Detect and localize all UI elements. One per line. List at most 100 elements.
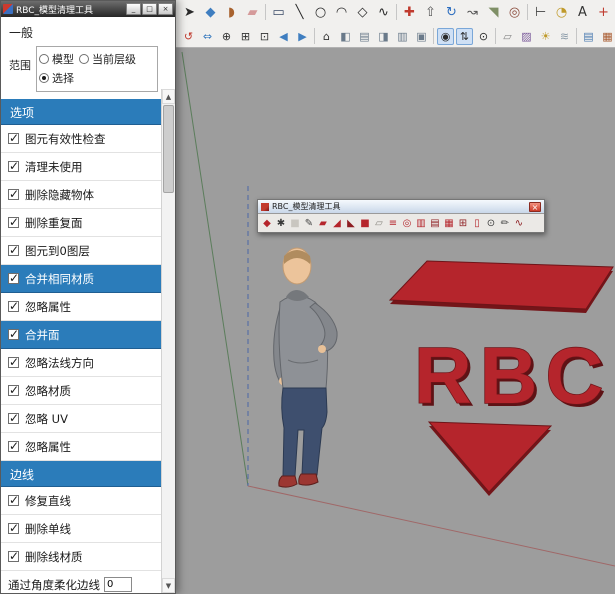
zoom-tool-icon[interactable]: ⊕ [218,28,235,45]
option-row[interactable]: 清理未使用 [1,153,162,181]
checkbox-icon[interactable] [8,495,19,506]
checkbox-icon[interactable] [8,385,19,396]
polygon-tool-icon[interactable]: ◇ [353,3,372,22]
target-icon[interactable]: ◎ [400,216,414,230]
axes-tool-icon[interactable]: + [594,3,613,22]
cube-white-icon[interactable]: ■ [288,216,302,230]
radio-icon[interactable] [39,73,49,83]
cube-red-icon[interactable]: ■ [358,216,372,230]
dialog-scrollbar[interactable]: ▲ ▼ [161,89,175,593]
checkbox-icon[interactable] [8,245,19,256]
scale-tool-icon[interactable]: ◥ [484,3,503,22]
make-component-icon[interactable]: ◆ [201,3,220,22]
iso-view-icon[interactable]: ◧ [337,28,354,45]
rectangle-tool-icon[interactable]: ▭ [269,3,288,22]
option-row[interactable]: 忽略材质 [1,377,162,405]
option-row[interactable]: 忽略 UV [1,405,162,433]
option-row[interactable]: 删除隐藏物体 [1,181,162,209]
plane-icon[interactable]: ▱ [372,216,386,230]
option-row[interactable]: 删除重复面 [1,209,162,237]
pen-icon[interactable]: ✏ [498,216,512,230]
fog-icon[interactable]: ≋ [556,28,573,45]
orbit-icon[interactable]: ↺ [180,28,197,45]
option-row[interactable]: 图元到0图层 [1,237,162,265]
protractor-icon[interactable]: ◔ [552,3,571,22]
checkbox-icon[interactable] [8,357,19,368]
checkbox-icon[interactable] [8,329,19,340]
radio-icon[interactable] [39,54,49,64]
option-row[interactable]: 修复直线 [1,487,162,515]
purge-icon[interactable]: ◆ [260,216,274,230]
curve-icon[interactable]: ∿ [512,216,526,230]
home-view-icon[interactable]: ⌂ [318,28,335,45]
materials-icon[interactable]: ▦ [599,28,615,45]
zoom-window-icon[interactable]: ⊞ [237,28,254,45]
eraser-icon[interactable]: ▰ [243,3,262,22]
circle-tool-icon[interactable]: ○ [311,3,330,22]
layers-red-icon[interactable]: ▤ [428,216,442,230]
option-row[interactable]: 合并相同材质 [1,265,162,293]
follow-me-tool-icon[interactable]: ↝ [463,3,482,22]
option-row[interactable]: 图元有效性检查 [1,125,162,153]
scope-option-1[interactable]: 模型 [39,51,74,67]
soften-angle-input[interactable] [104,577,132,592]
viewport[interactable]: RBC RBC [176,48,615,594]
rotate-tool-icon[interactable]: ↻ [442,3,461,22]
checkbox-icon[interactable] [8,273,19,284]
offset-tool-icon[interactable]: ◎ [505,3,524,22]
close-icon[interactable]: × [529,202,541,212]
paint-bucket-icon[interactable]: ◗ [222,3,241,22]
section-cut-icon[interactable]: ▱ [499,28,516,45]
maximize-button[interactable]: □ [142,3,157,15]
option-row[interactable]: 合并面 [1,321,162,349]
scope-option-2[interactable]: 当前层级 [79,51,136,67]
brush-icon[interactable]: ▰ [316,216,330,230]
scroll-down-icon[interactable]: ▼ [162,578,175,593]
scrollbar-thumb[interactable] [163,105,174,193]
option-row[interactable]: 忽略属性 [1,433,162,461]
camera-icon[interactable]: ◉ [437,28,454,45]
side-view-icon[interactable]: ▥ [394,28,411,45]
pencil-icon[interactable]: ✎ [302,216,316,230]
look-around-icon[interactable]: ⊙ [475,28,492,45]
option-row[interactable]: 忽略属性 [1,293,162,321]
checkbox-icon[interactable] [8,161,19,172]
close-button[interactable]: × [158,3,173,15]
minimize-button[interactable]: _ [126,3,141,15]
checkbox-icon[interactable] [8,133,19,144]
floating-toolbar-titlebar[interactable]: RBC_模型清理工具 × [258,200,544,214]
checkbox-icon[interactable] [8,301,19,312]
top-view-icon[interactable]: ▤ [356,28,373,45]
radio-icon[interactable] [79,54,89,64]
checkbox-icon[interactable] [8,551,19,562]
checkbox-icon[interactable] [8,413,19,424]
stack-icon[interactable]: ≡ [386,216,400,230]
move-tool-icon[interactable]: ✚ [400,3,419,22]
option-row[interactable]: 删除线材质 [1,543,162,571]
rbc-logo[interactable]: RBC RBC [390,261,614,496]
arc-tool-icon[interactable]: ◠ [332,3,351,22]
walk-icon[interactable]: ⇅ [456,28,473,45]
chip-icon[interactable]: ▦ [442,216,456,230]
option-row[interactable]: 删除单线 [1,515,162,543]
option-row[interactable]: 忽略法线方向 [1,349,162,377]
pan-icon[interactable]: ⇔ [199,28,216,45]
dialog-titlebar[interactable]: RBC_模型清理工具 _□× [1,1,175,17]
grid-icon[interactable]: ⊞ [456,216,470,230]
tape-measure-icon[interactable]: ⊢ [531,3,550,22]
previous-view-icon[interactable]: ◀ [275,28,292,45]
person-figure[interactable] [274,248,337,487]
freehand-tool-icon[interactable]: ∿ [374,3,393,22]
front-view-icon[interactable]: ◨ [375,28,392,45]
layers-icon[interactable]: ▤ [580,28,597,45]
compass-icon[interactable]: ⊙ [484,216,498,230]
wedge-icon[interactable]: ◣ [344,216,358,230]
checkbox-icon[interactable] [8,217,19,228]
checkbox-icon[interactable] [8,189,19,200]
text-tool-icon[interactable]: A [573,3,592,22]
panel-icon[interactable]: ▥ [414,216,428,230]
checkbox-icon[interactable] [8,523,19,534]
scroll-up-icon[interactable]: ▲ [162,89,175,104]
zoom-extents-icon[interactable]: ⊡ [256,28,273,45]
styles-icon[interactable]: ▨ [518,28,535,45]
